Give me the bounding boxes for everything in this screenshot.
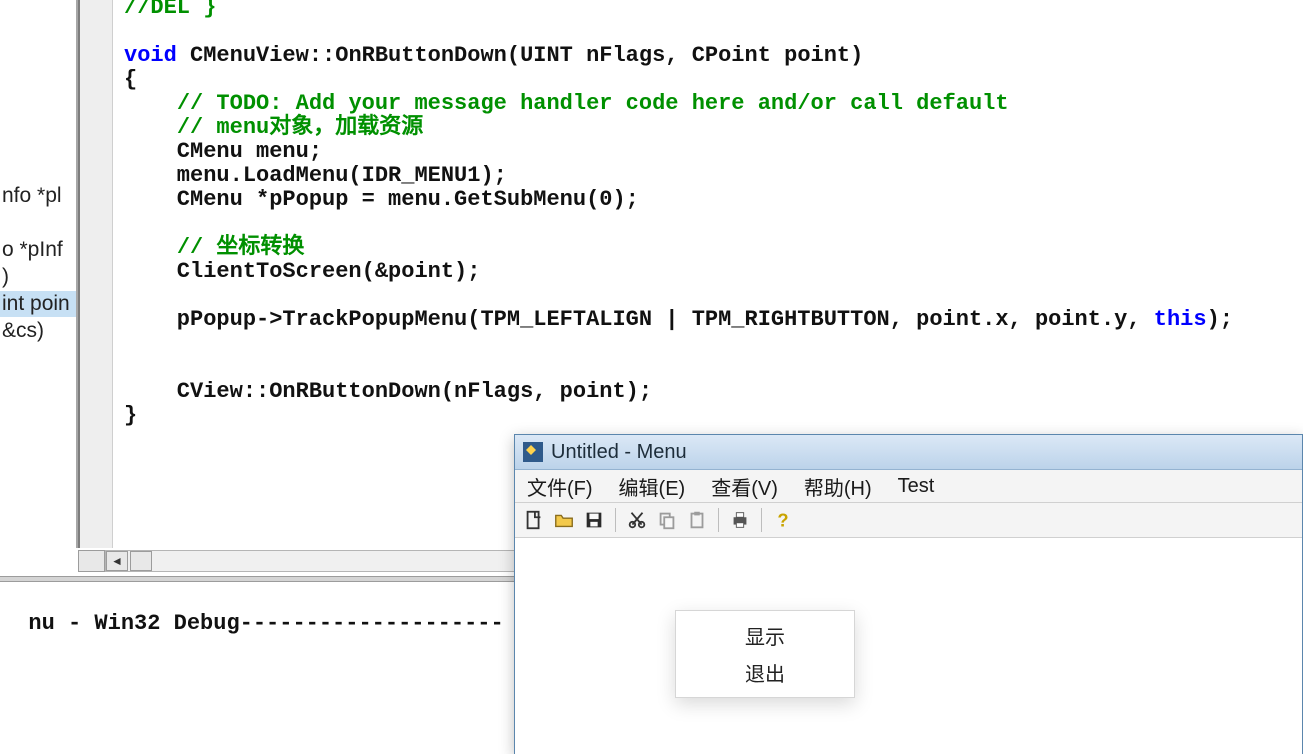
scroll-left-button[interactable]: ◄: [106, 551, 128, 571]
app-menubar[interactable]: 文件(F) 编辑(E) 查看(V) 帮助(H) Test: [515, 470, 1302, 503]
output-line: nu - Win32 Debug--------------------: [28, 611, 503, 636]
help-icon[interactable]: ?: [770, 507, 796, 533]
app-toolbar[interactable]: ?: [515, 503, 1302, 538]
cut-icon[interactable]: [624, 507, 650, 533]
class-view-item[interactable]: &cs): [0, 318, 78, 344]
menubar-item[interactable]: 查看(V): [705, 470, 784, 503]
toolbar-separator: [718, 508, 719, 532]
editor-gutter: [80, 0, 113, 548]
open-file-icon[interactable]: [551, 507, 577, 533]
class-view-item[interactable]: ): [0, 264, 78, 290]
app-title: Untitled - Menu: [551, 441, 687, 464]
paste-icon[interactable]: [684, 507, 710, 533]
class-view-panel[interactable]: nfo *pl o *pInf)int poin &cs): [0, 0, 78, 548]
class-view-item[interactable]: nfo *pl: [0, 183, 78, 209]
new-file-icon[interactable]: [521, 507, 547, 533]
menubar-item[interactable]: 编辑(E): [613, 470, 692, 503]
app-icon: [523, 442, 543, 462]
context-menu[interactable]: 显示退出: [675, 610, 855, 698]
copy-icon[interactable]: [654, 507, 680, 533]
running-app-window[interactable]: Untitled - Menu 文件(F) 编辑(E) 查看(V) 帮助(H) Test…: [514, 434, 1303, 754]
save-file-icon[interactable]: [581, 507, 607, 533]
code-text[interactable]: //DEL } void CMenuView::OnRButtonDown(UI…: [124, 0, 1233, 428]
menubar-item[interactable]: Test: [892, 473, 941, 500]
class-view-item[interactable]: o *pInf: [0, 237, 78, 263]
menubar-item[interactable]: 帮助(H): [798, 470, 878, 503]
toolbar-separator: [761, 508, 762, 532]
context-menu-item[interactable]: 显示: [676, 617, 854, 654]
toolbar-separator: [615, 508, 616, 532]
class-view-item[interactable]: int poin: [0, 291, 78, 317]
svg-text:?: ?: [777, 509, 788, 530]
print-icon[interactable]: [727, 507, 753, 533]
context-menu-item[interactable]: 退出: [676, 654, 854, 691]
app-titlebar[interactable]: Untitled - Menu: [515, 435, 1302, 470]
app-client-area[interactable]: 显示退出: [515, 538, 1302, 754]
editor-scroll-corner: [78, 550, 105, 572]
scroll-split-button[interactable]: [130, 551, 152, 571]
menubar-item[interactable]: 文件(F): [521, 470, 599, 503]
